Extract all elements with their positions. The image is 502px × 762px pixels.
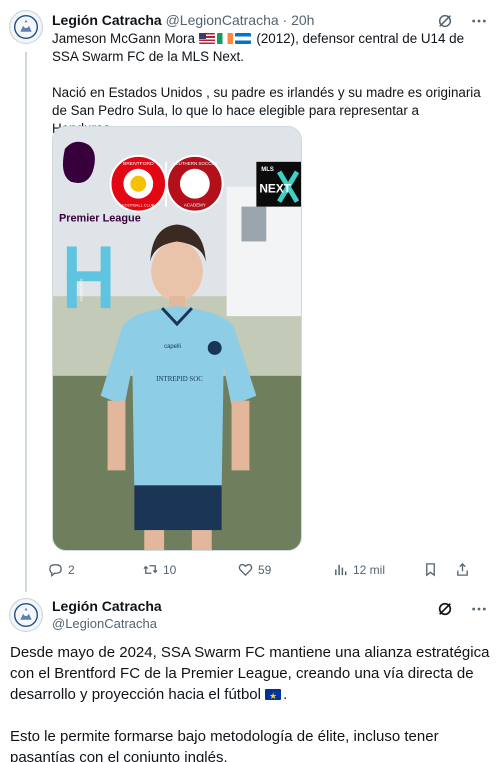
media-jersey-brand: capelli <box>164 344 181 350</box>
share-button[interactable] <box>455 562 475 577</box>
reply-button[interactable]: 2 <box>48 562 143 577</box>
author-name[interactable]: Legión Catracha <box>52 598 162 614</box>
grok-icon[interactable] <box>436 600 454 618</box>
tweet-text-paragraph2: Esto le permite formarse bajo metodologí… <box>10 728 439 762</box>
media-mls-next-label: NEXT <box>259 182 291 196</box>
more-icon[interactable] <box>470 600 488 618</box>
tweet-header: Legión Catracha @LegionCatracha · 20h <box>52 12 314 28</box>
media-brentford-subtitle: FOOTBALL CLUB <box>122 203 155 208</box>
thread-connector-line <box>25 52 27 592</box>
media-brentford-label: BRENTFORD <box>123 161 154 167</box>
retweet-button[interactable]: 10 <box>143 562 238 577</box>
tweet-action-bar: 2 10 59 12 mil <box>48 562 488 577</box>
more-icon[interactable] <box>470 12 488 30</box>
reply-count: 2 <box>68 562 75 577</box>
author-handle[interactable]: @LegionCatracha <box>52 616 157 631</box>
media-premier-league-label: Premier League <box>59 213 141 225</box>
tweet-text: Desde mayo de 2024, SSA Swarm FC mantien… <box>10 642 490 762</box>
tweet-text-paragraph1: Desde mayo de 2024, SSA Swarm FC mantien… <box>10 644 490 703</box>
tweet-top-actions <box>436 12 488 30</box>
honduras-flag-icon <box>234 33 251 44</box>
grok-icon[interactable] <box>436 12 454 30</box>
views-icon <box>335 564 347 576</box>
retweet-count: 10 <box>163 562 177 577</box>
tweet-text-line1-prefix: Jameson McGann Mora <box>52 31 195 46</box>
ireland-flag-icon <box>216 33 233 44</box>
views-count: 12 mil <box>353 562 386 577</box>
like-icon <box>238 563 253 577</box>
separator-dot: · <box>282 12 288 28</box>
tweet-top-actions <box>436 600 488 618</box>
author-handle[interactable]: @LegionCatracha <box>166 12 279 28</box>
us-flag-icon <box>198 33 215 44</box>
author-name[interactable]: Legión Catracha <box>52 12 162 28</box>
media-jersey-sponsor: INTREPID SOC <box>156 375 203 383</box>
media-mls-label: MLS <box>261 167 274 173</box>
media-swarm-label: SOUTHERN SOCCER <box>172 161 218 166</box>
avatar[interactable] <box>9 598 43 632</box>
like-button[interactable]: 59 <box>238 562 333 577</box>
like-count: 59 <box>258 562 272 577</box>
bookmark-icon <box>426 563 435 577</box>
media-honduras-label: HONDURAS <box>79 278 84 301</box>
views-button[interactable]: 12 mil <box>333 562 423 577</box>
timestamp[interactable]: 20h <box>291 12 314 28</box>
share-icon <box>457 562 468 576</box>
tweet-media-image[interactable]: Premier League BRENTFORD FOOTBALL CLUB S… <box>52 126 302 551</box>
bookmark-button[interactable] <box>423 562 455 577</box>
reply-icon <box>49 564 62 577</box>
retweet-icon <box>143 565 158 574</box>
media-swarm-subtitle: ACADEMY <box>184 203 206 208</box>
avatar[interactable] <box>9 10 43 44</box>
eu-flag-icon <box>265 686 282 707</box>
